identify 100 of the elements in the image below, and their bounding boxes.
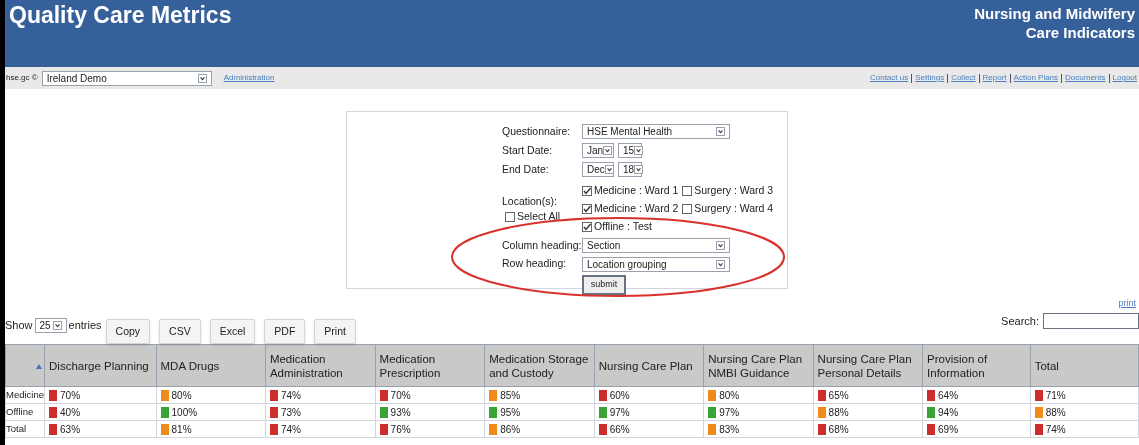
column-header[interactable]: Medication Prescription	[375, 344, 485, 387]
checkbox-label: Medicine : Ward 2	[594, 201, 679, 216]
dropdown-caret-icon	[603, 146, 613, 156]
checkbox-label: Surgery : Ward 4	[694, 201, 774, 216]
row-label: Total	[5, 420, 45, 438]
checkbox[interactable]	[682, 186, 693, 197]
checkbox[interactable]	[582, 221, 592, 232]
nav-link[interactable]: Settings	[915, 72, 945, 84]
export-button[interactable]: Print	[314, 319, 356, 344]
field-label: Start Date:	[502, 142, 554, 158]
export-button[interactable]: Copy	[105, 319, 151, 344]
table-cell-text: 95%	[500, 405, 521, 420]
export-button[interactable]: CSV	[159, 319, 201, 344]
field-label: Location(s):	[502, 193, 558, 209]
row-label: Medicine	[5, 386, 45, 404]
table-cell-text: 94%	[938, 405, 959, 420]
table-cell-text: 40%	[60, 405, 81, 420]
field-label: Questionnaire:	[502, 124, 572, 139]
dropdown-caret-icon	[634, 146, 644, 156]
table-cell-text: 60%	[609, 388, 630, 403]
export-button[interactable]: PDF	[264, 319, 306, 344]
checkbox[interactable]	[505, 212, 515, 223]
sort-up-icon	[36, 363, 43, 369]
table-cell-text: 69%	[938, 422, 959, 437]
checkbox[interactable]	[682, 203, 693, 214]
nav-link[interactable]: Collect	[951, 72, 976, 84]
table-cell-text: 66%	[609, 422, 630, 437]
table-cell-text: 64%	[938, 388, 959, 403]
table-cell-text: 88%	[1045, 405, 1066, 420]
column-heading-dropdown[interactable]: Section	[582, 237, 730, 253]
row-label: Offline	[5, 403, 45, 421]
table-cell-text: 80%	[171, 388, 192, 403]
column-header[interactable]: Nursing Care Plan	[594, 344, 704, 387]
site-dropdown[interactable]: Ireland Demo	[41, 70, 212, 86]
table-cell-text: 76%	[390, 422, 411, 437]
table-cell-text: 71%	[1045, 388, 1066, 403]
checkbox[interactable]	[582, 186, 592, 197]
table-cell-text: 85%	[500, 388, 521, 403]
table-cell-text: 63%	[60, 422, 81, 437]
table-cell-text: 88%	[828, 405, 849, 420]
dropdown-caret-icon	[604, 164, 614, 174]
checkbox-label: Surgery : Ward 3	[694, 183, 774, 199]
show-label: Show	[5, 318, 33, 334]
column-header[interactable]: MDA Drugs	[156, 344, 266, 387]
table-cell-text: 80%	[719, 388, 740, 403]
dropdown-caret-icon	[634, 164, 644, 174]
day-dropdown[interactable]: 15	[618, 143, 642, 159]
table-cell-text: 70%	[60, 388, 81, 403]
checkbox-label: Offline : Test	[594, 218, 652, 234]
app-title: Quality Care Metrics	[9, 4, 232, 30]
column-header[interactable]: Discharge Planning	[44, 344, 156, 387]
questionnaire-dropdown[interactable]: HSE Mental Health	[582, 124, 730, 140]
table-cell-text: 81%	[171, 422, 192, 437]
field-label: Column heading:	[502, 237, 582, 253]
month-dropdown[interactable]: Jan	[582, 143, 614, 159]
search-label: Search:	[1001, 313, 1039, 329]
field-label: Row heading:	[502, 256, 568, 272]
month-dropdown[interactable]: Dec	[582, 161, 614, 177]
table-cell-text: 74%	[280, 422, 301, 437]
checkbox-label: Select All	[517, 209, 561, 225]
column-header[interactable]: Nursing Care Plan NMBI Guidance	[703, 344, 814, 387]
entries-dropdown[interactable]: 25	[34, 318, 67, 333]
table-cell-text: 97%	[719, 405, 740, 420]
table-cell-text: 86%	[500, 422, 521, 437]
dropdown-caret-icon	[52, 321, 62, 330]
column-header[interactable]: Medication Administration	[265, 344, 376, 387]
nav-link[interactable]: Logout	[1112, 72, 1137, 84]
entries-label: entries	[68, 318, 102, 334]
administration-link[interactable]: Administration	[223, 72, 275, 84]
dropdown-caret-icon	[716, 240, 725, 250]
row-heading-dropdown[interactable]: Location grouping	[582, 256, 730, 272]
nav-link[interactable]: Report	[982, 72, 1007, 84]
print-link[interactable]: print	[1118, 297, 1139, 311]
table-cell-text: 65%	[828, 388, 849, 403]
table-cell-text: 73%	[280, 405, 301, 420]
table-cell-text: 68%	[828, 422, 849, 437]
column-header[interactable]: Nursing Care Plan Personal Details	[813, 344, 923, 387]
column-header[interactable]: Total	[1030, 344, 1139, 387]
field-label: End Date:	[502, 161, 550, 177]
table-cell-text: 97%	[609, 405, 630, 420]
export-button[interactable]: Excel	[209, 319, 256, 344]
dropdown-caret-icon	[716, 259, 725, 269]
nav-link[interactable]: Action Plans	[1013, 72, 1059, 84]
checkbox-label: Medicine : Ward 1	[594, 183, 679, 199]
day-dropdown[interactable]: 18	[618, 161, 642, 177]
app-subtitle: Nursing and Midwifery	[974, 4, 1135, 23]
checkbox[interactable]	[582, 203, 592, 214]
submit-button[interactable]: submit	[582, 275, 626, 295]
nav-link[interactable]: Documents	[1065, 72, 1106, 84]
dropdown-caret-icon	[197, 73, 207, 83]
dropdown-caret-icon	[716, 127, 725, 137]
column-header[interactable]: Provision of Information	[922, 344, 1031, 387]
table-cell-text: 74%	[1045, 422, 1066, 437]
nav-link[interactable]: Contact us	[869, 72, 909, 84]
table-cell-text: 83%	[719, 422, 740, 437]
column-header[interactable]: Medication Storage and Custody	[484, 344, 595, 387]
table-cell-text: 74%	[280, 388, 301, 403]
site-label: hse.gc ©	[6, 72, 38, 84]
app-subtitle: Care Indicators	[1025, 23, 1135, 42]
search-field[interactable]	[1043, 312, 1139, 329]
